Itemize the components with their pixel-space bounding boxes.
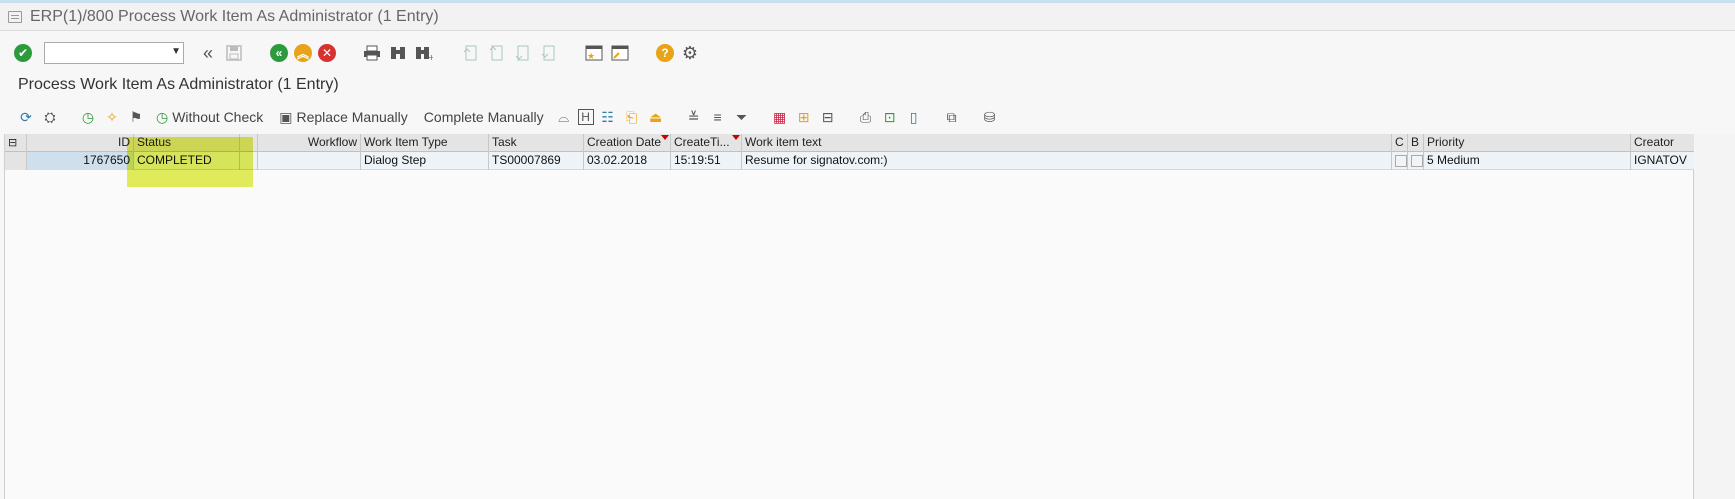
back-icon[interactable]: « [270, 44, 288, 62]
col-header-id[interactable]: ID [27, 134, 134, 152]
replace-manually-button[interactable]: ▣ Replace Manually [273, 109, 414, 126]
exit-icon[interactable]: ︽ [294, 44, 312, 62]
workflow-log-icon[interactable]: ⛭ [40, 107, 60, 127]
col-header-work-item-text[interactable]: Work item text [742, 134, 1392, 152]
filter-icon[interactable]: ⏷ [732, 107, 752, 127]
complete-manually-button[interactable]: Complete Manually [418, 109, 550, 125]
without-check-button[interactable]: ◷ Without Check [150, 109, 269, 126]
find-next-icon[interactable]: + [414, 43, 434, 63]
work-item-grid: ⊟ ID Status Workflow Work Item Type Task… [4, 134, 1711, 499]
cell-status[interactable]: COMPLETED [134, 152, 240, 170]
layout-icon[interactable]: ⊟ [818, 107, 838, 127]
complete-manually-label: Complete Manually [423, 109, 544, 125]
cell-priority[interactable]: 5 Medium [1424, 152, 1631, 170]
help-icon[interactable]: ? [656, 44, 674, 62]
sort-marker [661, 135, 669, 140]
vertical-scroll-area[interactable] [1694, 134, 1735, 499]
copy-icon[interactable]: ⧉ [942, 107, 962, 127]
print-preview-icon[interactable]: ⎙ [856, 107, 876, 127]
table-icon[interactable]: ▦ [770, 107, 790, 127]
col-header-create-time-label: CreateTi... [674, 135, 730, 149]
next-page-icon[interactable] [512, 43, 532, 63]
lock-icon[interactable]: ⏏ [646, 107, 666, 127]
align-center-icon[interactable]: ≚ [684, 107, 704, 127]
col-header-create-time[interactable]: CreateTi... [671, 134, 742, 152]
col-header-creation-date-label: Creation Date [587, 135, 662, 149]
col-header-status[interactable]: Status [134, 134, 240, 152]
col-header-work-item-type[interactable]: Work Item Type [361, 134, 489, 152]
replace-manually-label: Replace Manually [296, 109, 408, 125]
checkbox-c[interactable] [1395, 155, 1407, 167]
col-header-task[interactable]: Task [489, 134, 584, 152]
cell-create-time[interactable]: 15:19:51 [671, 152, 742, 170]
execute-icon[interactable]: ◷ [78, 107, 98, 127]
find-icon[interactable] [388, 43, 408, 63]
row-selector[interactable] [5, 152, 27, 170]
clipboard-settings-icon[interactable]: ⎗ [622, 107, 642, 127]
grid-header: ⊟ ID Status Workflow Work Item Type Task… [5, 134, 1711, 152]
sort-marker [732, 135, 740, 140]
chevron-down-icon[interactable]: ▼ [171, 46, 181, 57]
col-header-workflow[interactable]: Workflow [258, 134, 361, 152]
cell-blank[interactable] [240, 152, 258, 170]
col-header-blank[interactable] [240, 134, 258, 152]
glasses-icon[interactable]: ⌓ [554, 107, 574, 127]
sort-icon[interactable]: ≡ [708, 107, 728, 127]
database-icon[interactable]: ⛁ [980, 107, 1000, 127]
cell-task[interactable]: TS00007869 [489, 152, 584, 170]
svg-text:+: + [428, 53, 433, 61]
menu-icon[interactable] [8, 10, 22, 23]
page-title: Process Work Item As Administrator (1 En… [18, 76, 339, 93]
clock-icon: ◷ [156, 108, 169, 125]
command-field[interactable]: ▼ [44, 42, 184, 64]
prev-page-icon[interactable] [486, 43, 506, 63]
first-page-icon[interactable] [460, 43, 480, 63]
export-icon[interactable]: ⊞ [794, 107, 814, 127]
spreadsheet-icon[interactable]: ⊡ [880, 107, 900, 127]
back-double-icon[interactable]: « [198, 43, 218, 63]
h-icon[interactable]: H [577, 109, 594, 125]
forward-icon[interactable]: ⚑ [126, 107, 146, 127]
save-icon[interactable] [224, 43, 244, 63]
window-titlebar: ERP(1)/800 Process Work Item As Administ… [0, 3, 1735, 31]
structure-icon[interactable]: ☷ [598, 107, 618, 127]
col-header-c[interactable]: C [1392, 134, 1408, 152]
refresh-icon[interactable]: ⟳ [16, 107, 36, 127]
replace-icon: ▣ [279, 108, 293, 125]
last-page-icon[interactable] [538, 43, 558, 63]
cell-work-item-type[interactable]: Dialog Step [361, 152, 489, 170]
without-check-label: Without Check [172, 109, 264, 125]
application-toolbar: ⟳ ⛭ ◷ ✧ ⚑ ◷ Without Check ▣ Replace Manu… [0, 104, 1735, 130]
settings-icon[interactable]: ⚙ [680, 43, 700, 63]
checkbox-b[interactable] [1411, 155, 1423, 167]
cell-creation-date[interactable]: 03.02.2018 [584, 152, 671, 170]
col-header-priority[interactable]: Priority [1424, 134, 1631, 152]
shortcut-icon[interactable] [610, 43, 630, 63]
standard-toolbar: ✔ ▼ « « ︽ ✕ + ★ ? ⚙ [0, 38, 1735, 68]
cell-work-item-text[interactable]: Resume for signatov.com:) [742, 152, 1392, 170]
cell-workflow[interactable] [258, 152, 361, 170]
cell-b[interactable] [1408, 152, 1424, 170]
layout-icon: ⊟ [8, 137, 18, 149]
cell-c[interactable] [1392, 152, 1408, 170]
cancel-icon[interactable]: ✕ [318, 44, 336, 62]
window-title: ERP(1)/800 Process Work Item As Administ… [30, 7, 439, 25]
select-all-cell[interactable]: ⊟ [5, 134, 27, 152]
col-header-b[interactable]: B [1408, 134, 1424, 152]
svg-text:★: ★ [587, 52, 595, 62]
document-icon[interactable]: ▯ [904, 107, 924, 127]
cell-id[interactable]: 1767650 [27, 152, 134, 170]
col-header-creation-date[interactable]: Creation Date [584, 134, 671, 152]
wand-icon[interactable]: ✧ [102, 107, 122, 127]
table-row[interactable]: 1767650 COMPLETED Dialog Step TS00007869… [5, 152, 1711, 170]
enter-check-icon[interactable]: ✔ [14, 44, 32, 62]
print-icon[interactable] [362, 43, 382, 63]
new-session-icon[interactable]: ★ [584, 43, 604, 63]
